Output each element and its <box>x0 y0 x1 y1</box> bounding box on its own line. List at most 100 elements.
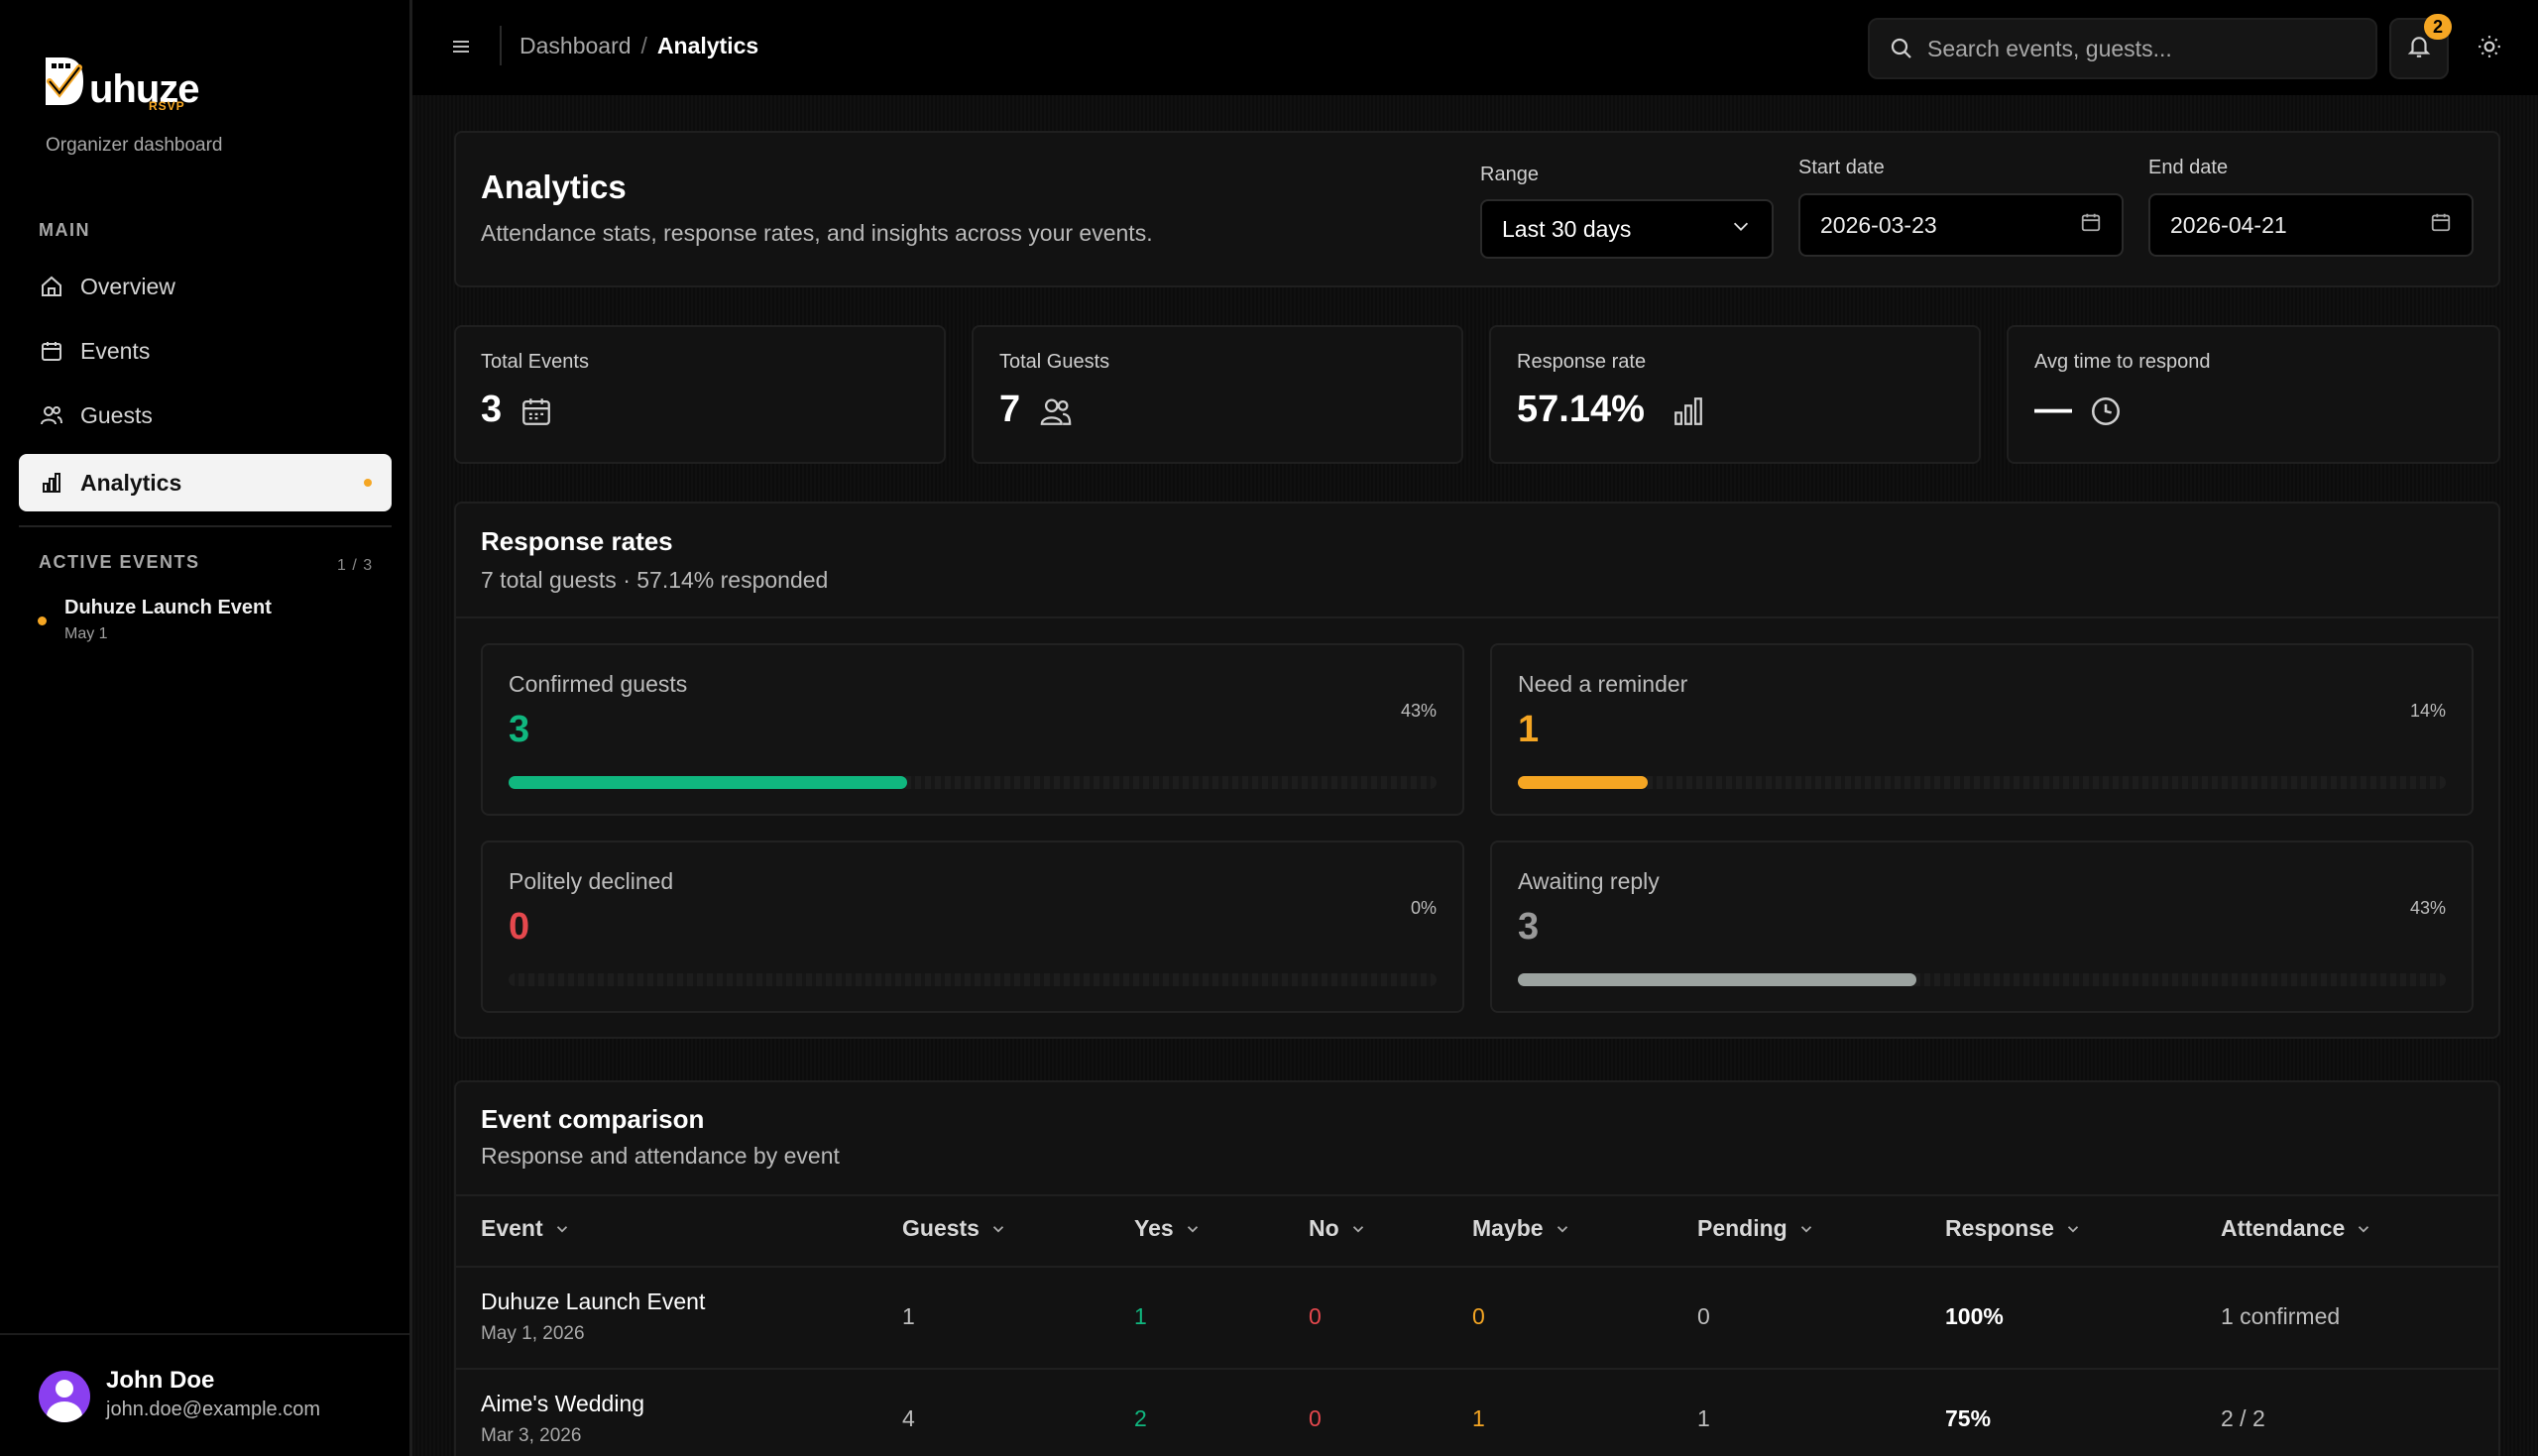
table-cell-attendance: 1 confirmed <box>2221 1303 2341 1329</box>
user-name: John Doe <box>106 1367 215 1394</box>
stat-value: 7 <box>999 389 1021 430</box>
breadcrumb-separator: / <box>640 33 647 58</box>
logo-mark-icon <box>44 52 87 111</box>
metric-label: Confirmed guests <box>509 671 688 697</box>
stat-value: 3 <box>481 389 503 430</box>
chevron-down-icon <box>2064 1220 2082 1238</box>
metric-percent: 0% <box>1410 898 1437 918</box>
table-cell-yes: 1 <box>1134 1303 1147 1329</box>
start-date-label: Start date <box>1798 157 1885 178</box>
users-icon <box>1038 394 1072 428</box>
search-box[interactable] <box>1868 18 2377 79</box>
brand-sub: RSVP <box>149 99 185 113</box>
range-select[interactable]: Last 30 days <box>1480 199 1774 259</box>
stat-label: Avg time to respond <box>2034 351 2211 373</box>
event-status-dot <box>38 616 47 625</box>
metric-reminder: Need a reminder 1 14% <box>1490 643 2474 816</box>
end-date-label: End date <box>2148 157 2229 178</box>
users-icon <box>39 402 64 428</box>
chevron-down-icon <box>1554 1220 1571 1238</box>
start-date-input[interactable]: 2026-03-23 <box>1798 193 2124 257</box>
page-subtitle: Attendance stats, response rates, and in… <box>481 220 1153 246</box>
column-header-no[interactable]: No <box>1309 1215 1367 1242</box>
metric-value: 1 <box>1518 709 1540 750</box>
event-comparison-subtitle: Response and attendance by event <box>481 1143 840 1169</box>
calendar-icon[interactable] <box>2080 211 2102 239</box>
sidebar-item-events[interactable]: Events <box>19 322 392 380</box>
active-events-count: 1 / 3 <box>337 557 374 574</box>
divider <box>456 1194 2498 1196</box>
event-comparison-title: Event comparison <box>481 1104 705 1134</box>
menu-icon[interactable] <box>448 34 474 59</box>
progress-fill <box>509 776 908 789</box>
sidebar-item-label: Overview <box>80 273 175 299</box>
notification-badge: 2 <box>2424 14 2452 40</box>
chevron-down-icon <box>1184 1220 1202 1238</box>
divider <box>456 1368 2498 1370</box>
metric-value: 3 <box>509 709 530 750</box>
calendar-icon <box>39 338 64 364</box>
chevron-down-icon <box>1730 215 1752 243</box>
bell-icon <box>2406 34 2432 64</box>
table-cell-pending: 1 <box>1697 1405 1710 1431</box>
table-cell-guests: 1 <box>902 1303 915 1329</box>
clock-icon <box>2089 394 2123 428</box>
calendar-icon <box>519 394 553 428</box>
user-profile[interactable]: John Doe john.doe@example.com <box>0 1333 409 1456</box>
metric-label: Awaiting reply <box>1518 868 1660 894</box>
active-event-date: May 1 <box>64 625 108 642</box>
calendar-icon[interactable] <box>2430 211 2452 239</box>
organizer-label: Organizer dashboard <box>46 135 223 156</box>
sun-icon[interactable] <box>2477 34 2502 59</box>
active-indicator-dot <box>364 479 372 487</box>
search-input[interactable] <box>1927 35 2364 62</box>
stat-value: — <box>2034 389 2072 430</box>
column-header-event[interactable]: Event <box>481 1215 571 1242</box>
stat-label: Total Events <box>481 351 589 373</box>
metric-value: 0 <box>509 906 530 948</box>
table-cell-response: 75% <box>1945 1405 1992 1431</box>
response-rates-title: Response rates <box>481 526 673 556</box>
metric-percent: 43% <box>1400 701 1437 721</box>
breadcrumb-dashboard[interactable]: Dashboard <box>519 33 632 58</box>
column-header-guests[interactable]: Guests <box>902 1215 1007 1242</box>
table-cell-response: 100% <box>1945 1303 2004 1329</box>
end-date-value: 2026-04-21 <box>2170 211 2287 238</box>
sidebar: uhuze RSVP Organizer dashboard MAIN Over… <box>0 0 412 1456</box>
column-header-yes[interactable]: Yes <box>1134 1215 1202 1242</box>
metric-value: 3 <box>1518 906 1540 948</box>
table-cell-maybe: 1 <box>1472 1405 1485 1431</box>
progress-track <box>509 973 1437 986</box>
table-cell-yes: 2 <box>1134 1405 1147 1431</box>
event-comparison-card <box>454 1080 2500 1456</box>
stat-value: 57.14% <box>1517 389 1645 430</box>
column-header-response[interactable]: Response <box>1945 1215 2082 1242</box>
metric-label: Politely declined <box>509 868 674 894</box>
column-header-maybe[interactable]: Maybe <box>1472 1215 1571 1242</box>
sidebar-item-guests[interactable]: Guests <box>19 387 392 444</box>
bar-chart-icon <box>39 470 64 496</box>
breadcrumb-current: Analytics <box>656 33 759 58</box>
sidebar-item-overview[interactable]: Overview <box>19 258 392 315</box>
table-cell-date: May 1, 2026 <box>481 1323 585 1344</box>
metric-confirmed: Confirmed guests 3 43% <box>481 643 1464 816</box>
table-cell-event[interactable]: Duhuze Launch Event <box>481 1288 705 1315</box>
table-cell-date: Mar 3, 2026 <box>481 1425 582 1446</box>
sidebar-divider <box>19 525 392 527</box>
avatar <box>39 1371 90 1422</box>
stat-label: Response rate <box>1517 351 1647 373</box>
column-header-pending[interactable]: Pending <box>1697 1215 1815 1242</box>
sidebar-item-analytics[interactable]: Analytics <box>19 454 392 511</box>
bar-chart-icon <box>1672 394 1705 428</box>
main-section-label: MAIN <box>39 220 90 240</box>
column-header-attendance[interactable]: Attendance <box>2221 1215 2372 1242</box>
chevron-down-icon <box>553 1220 571 1238</box>
end-date-input[interactable]: 2026-04-21 <box>2148 193 2474 257</box>
progress-fill <box>1518 973 1917 986</box>
top-bar: Dashboard / Analytics 2 <box>412 0 2538 95</box>
table-cell-event[interactable]: Aime's Wedding <box>481 1391 644 1417</box>
chevron-down-icon <box>989 1220 1007 1238</box>
table-cell-no: 0 <box>1309 1405 1322 1431</box>
metric-awaiting: Awaiting reply 3 43% <box>1490 840 2474 1013</box>
chevron-down-icon <box>2355 1220 2372 1238</box>
